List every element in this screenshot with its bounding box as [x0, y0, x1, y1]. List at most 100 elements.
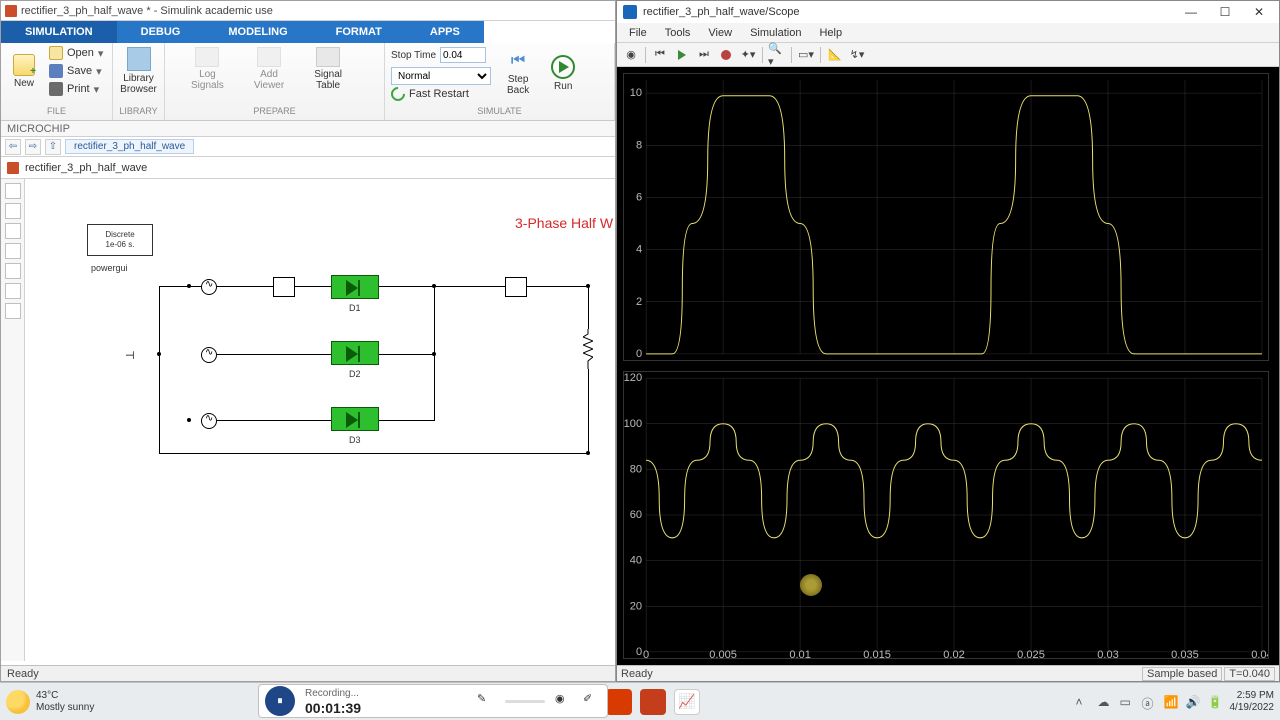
pen-tool-icon[interactable]: ✎ [477, 692, 495, 710]
voltage-meas-block[interactable] [505, 277, 527, 297]
rec-slider[interactable] [505, 700, 545, 703]
menu-file[interactable]: File [621, 25, 655, 41]
log-signals-button[interactable]: Log Signals [185, 45, 230, 93]
ac-source-c[interactable] [201, 413, 217, 429]
signal-table-icon [316, 47, 340, 67]
nav-back-button[interactable]: ⇦ [5, 139, 21, 155]
print-button[interactable]: Print▾ [45, 81, 107, 97]
palette-zoomfit-button[interactable] [5, 183, 21, 199]
svg-text:6: 6 [636, 191, 642, 203]
palette-tool6-button[interactable] [5, 283, 21, 299]
run-button[interactable]: Run [545, 53, 581, 94]
tray-wifi-icon[interactable]: 📶 [1164, 695, 1178, 709]
new-button[interactable]: New [7, 52, 41, 91]
menu-view[interactable]: View [700, 25, 740, 41]
powergui-label: powergui [91, 263, 128, 273]
scope-trigger-button[interactable]: ↯▾ [847, 46, 867, 64]
model-canvas[interactable]: 3-Phase Half W Discrete 1e-06 s. powergu… [25, 179, 615, 661]
svg-text:0.025: 0.025 [1017, 649, 1045, 658]
tray-chevron-icon[interactable]: ˄ [1076, 695, 1090, 709]
diode-d3[interactable] [331, 407, 379, 431]
signal-table-button[interactable]: Signal Table [308, 45, 348, 93]
maximize-button[interactable]: ☐ [1211, 1, 1239, 23]
recording-widget[interactable]: ⏸ Recording... 00:01:39 ✎ ◉ ✐ [258, 684, 608, 718]
scope-highlight-button[interactable]: ✦▾ [738, 46, 758, 64]
tab-modeling[interactable]: MODELING [204, 21, 311, 43]
tray-onedrive-icon[interactable]: ☁ [1098, 695, 1112, 709]
svg-text:20: 20 [630, 600, 642, 612]
open-button[interactable]: Open▾ [45, 45, 107, 61]
sub-toolbar: MICROCHIP [1, 121, 615, 137]
tray-lang-icon[interactable]: ⓐ [1142, 695, 1156, 709]
palette-tool7-button[interactable] [5, 303, 21, 319]
palette-tool3-button[interactable] [5, 223, 21, 239]
svg-text:120: 120 [624, 372, 642, 384]
matlab-icon[interactable]: 📈 [674, 689, 700, 715]
tab-format[interactable]: FORMAT [312, 21, 406, 43]
scope-zoom-button[interactable]: 🔍▾ [767, 46, 787, 64]
current-meas-block[interactable] [273, 277, 295, 297]
d1-label: D1 [349, 303, 361, 313]
model-name-bar: rectifier_3_ph_half_wave [1, 157, 615, 179]
office-icon[interactable] [606, 689, 632, 715]
scope-measure-button[interactable]: 📐 [825, 46, 845, 64]
save-button[interactable]: Save▾ [45, 63, 107, 79]
menu-help[interactable]: Help [811, 25, 850, 41]
tab-debug[interactable]: DEBUG [117, 21, 205, 43]
ac-source-b[interactable] [201, 347, 217, 363]
mic-icon[interactable]: ◉ [555, 692, 573, 710]
weather-widget[interactable]: 43°CMostly sunny [6, 690, 94, 714]
scope-toolbar: ◉ ⏮ ⏭ ✦▾ 🔍▾ ▭▾ 📐 ↯▾ [617, 43, 1279, 67]
tray-volume-icon[interactable]: 🔊 [1186, 695, 1200, 709]
ac-source-a[interactable] [201, 279, 217, 295]
scope-stop-button[interactable] [716, 46, 736, 64]
neutral-port[interactable]: ⊣ [125, 349, 135, 362]
load-resistor[interactable] [583, 329, 593, 369]
fast-restart-icon [388, 84, 408, 104]
cursor-highlight [800, 574, 822, 596]
save-icon [49, 64, 63, 78]
edit-tool-icon[interactable]: ✐ [583, 692, 601, 710]
taskbar-clock[interactable]: 2:59 PM 4/19/2022 [1230, 690, 1275, 714]
diode-d2[interactable] [331, 341, 379, 365]
tray-battery-icon[interactable]: 🔋 [1208, 695, 1222, 709]
library-browser-button[interactable]: Library Browser [119, 45, 158, 97]
menu-simulation[interactable]: Simulation [742, 25, 809, 41]
tray-meet-icon[interactable]: ▭ [1120, 695, 1134, 709]
status-mode: Sample based [1142, 667, 1222, 681]
nav-fwd-button[interactable]: ⇨ [25, 139, 41, 155]
scope-cursor-button[interactable]: ▭▾ [796, 46, 816, 64]
pause-button[interactable]: ⏸ [265, 686, 295, 716]
fast-restart-button[interactable]: Fast Restart [391, 87, 491, 101]
step-back-button[interactable]: ⏮Step Back [501, 48, 535, 98]
powerpoint-icon[interactable] [640, 689, 666, 715]
palette-tool5-button[interactable] [5, 263, 21, 279]
group-file-label: FILE [7, 106, 106, 118]
add-viewer-button[interactable]: Add Viewer [248, 45, 290, 93]
stop-time-input[interactable] [440, 47, 486, 63]
svg-text:2: 2 [636, 296, 642, 308]
system-tray: ˄ ☁ ▭ ⓐ 📶 🔊 🔋 2:59 PM 4/19/2022 [1076, 690, 1275, 714]
diode-d1[interactable] [331, 275, 379, 299]
svg-text:0.01: 0.01 [789, 649, 811, 658]
simulink-window: rectifier_3_ph_half_wave * - Simulink ac… [0, 0, 616, 682]
scope-stepback-button[interactable]: ⏮ [650, 46, 670, 64]
tab-simulation[interactable]: SIMULATION [1, 21, 117, 43]
breadcrumb-tab[interactable]: rectifier_3_ph_half_wave [65, 139, 194, 154]
tab-apps[interactable]: APPS [406, 21, 484, 43]
close-button[interactable]: ✕ [1245, 1, 1273, 23]
scope-plot-1[interactable]: 0246810 [623, 73, 1269, 361]
sim-mode-select[interactable]: Normal [391, 67, 491, 85]
model-name[interactable]: rectifier_3_ph_half_wave [25, 162, 147, 174]
nav-up-button[interactable]: ⇧ [45, 139, 61, 155]
svg-text:0: 0 [636, 348, 642, 360]
scope-stepfwd-button[interactable]: ⏭ [694, 46, 714, 64]
minimize-button[interactable]: — [1177, 1, 1205, 23]
scope-settings-button[interactable]: ◉ [621, 46, 641, 64]
scope-plot-2[interactable]: 02040608010012000.0050.010.0150.020.0250… [623, 371, 1269, 659]
powergui-block[interactable]: Discrete 1e-06 s. [87, 224, 153, 256]
palette-tool2-button[interactable] [5, 203, 21, 219]
menu-tools[interactable]: Tools [657, 25, 699, 41]
palette-tool4-button[interactable] [5, 243, 21, 259]
scope-run-button[interactable] [672, 46, 692, 64]
